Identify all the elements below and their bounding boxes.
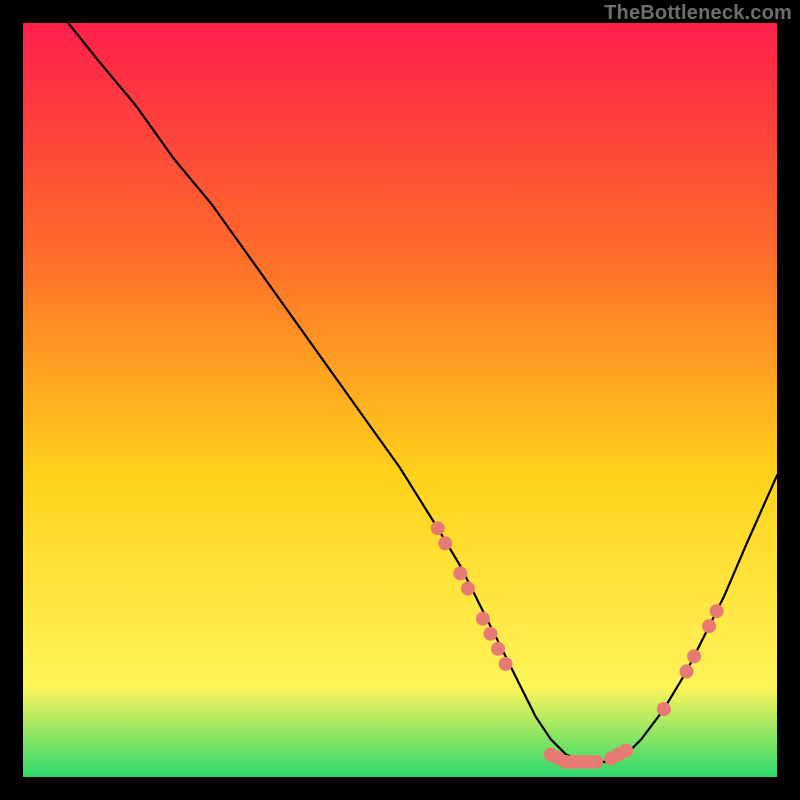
data-point bbox=[680, 664, 694, 678]
data-point bbox=[484, 627, 498, 641]
data-point bbox=[710, 604, 724, 618]
data-point bbox=[589, 755, 603, 769]
data-point bbox=[499, 657, 513, 671]
data-point bbox=[657, 702, 671, 716]
watermark-text: TheBottleneck.com bbox=[604, 2, 792, 25]
data-point bbox=[619, 744, 633, 758]
data-point bbox=[438, 536, 452, 550]
data-point bbox=[687, 649, 701, 663]
data-point bbox=[453, 566, 467, 580]
data-point bbox=[431, 521, 445, 535]
data-point bbox=[702, 619, 716, 633]
data-point bbox=[461, 582, 475, 596]
chart-frame bbox=[23, 23, 777, 777]
chart-background bbox=[23, 23, 777, 777]
bottleneck-chart bbox=[23, 23, 777, 777]
data-point bbox=[491, 642, 505, 656]
data-point bbox=[476, 612, 490, 626]
